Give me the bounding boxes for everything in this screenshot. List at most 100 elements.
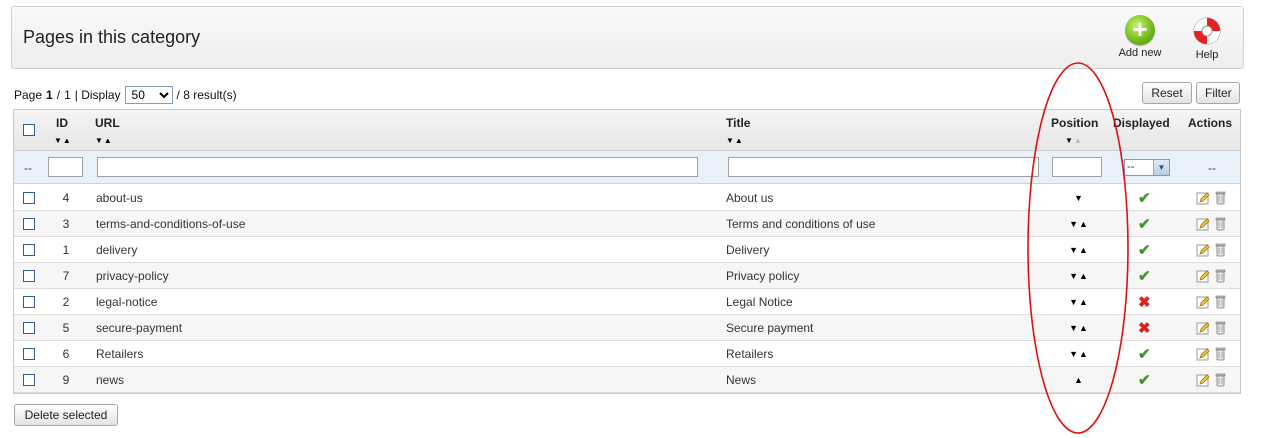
row-checkbox[interactable] bbox=[23, 269, 35, 282]
row-checkbox-cell bbox=[23, 341, 35, 366]
row-checkbox[interactable] bbox=[23, 321, 35, 334]
filter-id-input[interactable] bbox=[48, 157, 83, 177]
help-label: Help bbox=[1195, 49, 1219, 61]
delete-trash-icon[interactable] bbox=[1215, 321, 1226, 335]
row-title: News bbox=[726, 372, 757, 387]
filter-button[interactable]: Filter bbox=[1196, 82, 1240, 104]
displayed-yes-icon[interactable]: ✔ bbox=[1138, 211, 1151, 236]
add-new-label: Add new bbox=[1118, 47, 1162, 59]
row-title: Secure payment bbox=[726, 320, 814, 335]
chevron-down-icon: ▼ bbox=[1153, 160, 1169, 175]
move-up-arrow-icon[interactable]: ▲ bbox=[1064, 367, 1094, 392]
delete-selected-button[interactable]: Delete selected bbox=[14, 404, 118, 426]
edit-pencil-icon[interactable] bbox=[1196, 347, 1210, 361]
help-button[interactable]: Help bbox=[1190, 15, 1224, 61]
filter-displayed-value: -- bbox=[1127, 161, 1135, 173]
move-down-arrow-icon[interactable]: ▼ bbox=[1064, 185, 1094, 210]
table-row[interactable]: 7 privacy-policy Privacy policy ▼▲ ✔ bbox=[14, 263, 1240, 289]
edit-pencil-icon[interactable] bbox=[1196, 269, 1210, 283]
total-pages: 1 bbox=[64, 88, 71, 102]
table-row[interactable]: 5 secure-payment Secure payment ▼▲ ✖ bbox=[14, 315, 1240, 341]
row-checkbox[interactable] bbox=[23, 191, 35, 204]
move-arrows-icon[interactable]: ▼▲ bbox=[1064, 341, 1094, 366]
row-checkbox[interactable] bbox=[23, 347, 35, 360]
move-arrows-icon[interactable]: ▼▲ bbox=[1064, 315, 1094, 340]
filter-title-input[interactable] bbox=[728, 157, 1039, 177]
edit-pencil-icon[interactable] bbox=[1196, 321, 1210, 335]
select-all-checkbox[interactable] bbox=[23, 124, 35, 136]
row-id: 4 bbox=[62, 190, 70, 205]
displayed-yes-icon[interactable]: ✔ bbox=[1138, 185, 1151, 210]
sort-position-arrows[interactable]: ▼▲ bbox=[1065, 136, 1083, 145]
filter-position-input[interactable] bbox=[1052, 157, 1102, 177]
table-row[interactable]: 9 news News ▲ ✔ bbox=[14, 367, 1240, 393]
row-checkbox-cell bbox=[23, 289, 35, 314]
displayed-no-icon[interactable]: ✖ bbox=[1138, 289, 1151, 314]
row-url: legal-notice bbox=[96, 294, 158, 309]
row-checkbox[interactable] bbox=[23, 373, 35, 386]
row-actions bbox=[1196, 263, 1226, 288]
displayed-yes-icon[interactable]: ✔ bbox=[1138, 263, 1151, 288]
delete-trash-icon[interactable] bbox=[1215, 217, 1226, 231]
move-arrows-icon[interactable]: ▼▲ bbox=[1064, 289, 1094, 314]
delete-trash-icon[interactable] bbox=[1215, 295, 1226, 309]
filter-row: -- -- ▼ -- bbox=[14, 151, 1240, 184]
edit-pencil-icon[interactable] bbox=[1196, 243, 1210, 257]
sort-title-arrows[interactable]: ▼▲ bbox=[726, 136, 744, 145]
table-row[interactable]: 4 about-us About us ▼ ✔ bbox=[14, 185, 1240, 211]
table-row[interactable]: 6 Retailers Retailers ▼▲ ✔ bbox=[14, 341, 1240, 367]
sort-id-arrows[interactable]: ▼▲ bbox=[54, 136, 72, 145]
row-title: Retailers bbox=[726, 346, 774, 361]
edit-pencil-icon[interactable] bbox=[1196, 217, 1210, 231]
filter-displayed-select[interactable]: -- ▼ bbox=[1124, 159, 1170, 176]
move-arrows-icon[interactable]: ▼▲ bbox=[1064, 237, 1094, 262]
add-new-button[interactable]: + Add new bbox=[1116, 15, 1164, 60]
row-title: About us bbox=[726, 190, 774, 205]
table-header: ID ▼▲ URL ▼▲ Title ▼▲ Position ▼▲ Displa… bbox=[14, 110, 1240, 151]
column-title: Title bbox=[726, 116, 751, 130]
row-actions bbox=[1196, 367, 1226, 392]
toolbar: Pages in this category + Add new Help bbox=[11, 6, 1244, 69]
column-id: ID bbox=[56, 116, 68, 130]
row-checkbox-cell bbox=[23, 211, 35, 236]
row-checkbox-cell bbox=[23, 185, 35, 210]
row-title: Delivery bbox=[726, 242, 770, 257]
reset-button[interactable]: Reset bbox=[1142, 82, 1192, 104]
delete-trash-icon[interactable] bbox=[1215, 191, 1226, 205]
move-arrows-icon[interactable]: ▼▲ bbox=[1064, 211, 1094, 236]
displayed-yes-icon[interactable]: ✔ bbox=[1138, 341, 1151, 366]
per-page-select[interactable]: 50 bbox=[124, 86, 173, 104]
lifebuoy-icon bbox=[1193, 17, 1221, 45]
row-url: privacy-policy bbox=[96, 268, 169, 283]
delete-trash-icon[interactable] bbox=[1215, 373, 1226, 387]
displayed-yes-icon[interactable]: ✔ bbox=[1138, 237, 1151, 262]
row-title: Terms and conditions of use bbox=[726, 216, 876, 231]
column-position: Position bbox=[1051, 116, 1099, 130]
row-checkbox[interactable] bbox=[23, 243, 35, 256]
table-row[interactable]: 2 legal-notice Legal Notice ▼▲ ✖ bbox=[14, 289, 1240, 315]
delete-trash-icon[interactable] bbox=[1215, 269, 1226, 283]
edit-pencil-icon[interactable] bbox=[1196, 191, 1210, 205]
move-arrows-icon[interactable]: ▼▲ bbox=[1064, 263, 1094, 288]
delete-trash-icon[interactable] bbox=[1215, 347, 1226, 361]
table-row[interactable]: 1 delivery Delivery ▼▲ ✔ bbox=[14, 237, 1240, 263]
column-displayed: Displayed bbox=[1113, 116, 1170, 130]
row-checkbox[interactable] bbox=[23, 295, 35, 308]
edit-pencil-icon[interactable] bbox=[1196, 373, 1210, 387]
row-actions bbox=[1196, 237, 1226, 262]
delete-trash-icon[interactable] bbox=[1215, 243, 1226, 257]
table-row[interactable]: 3 terms-and-conditions-of-use Terms and co… bbox=[14, 211, 1240, 237]
row-id: 2 bbox=[62, 294, 70, 309]
plus-circle-icon: + bbox=[1125, 15, 1155, 45]
filter-url-input[interactable] bbox=[97, 157, 698, 177]
row-checkbox[interactable] bbox=[23, 217, 35, 230]
sort-url-arrows[interactable]: ▼▲ bbox=[95, 136, 113, 145]
pages-table: ID ▼▲ URL ▼▲ Title ▼▲ Position ▼▲ Displa… bbox=[13, 109, 1241, 394]
row-id: 6 bbox=[62, 346, 70, 361]
edit-pencil-icon[interactable] bbox=[1196, 295, 1210, 309]
displayed-yes-icon[interactable]: ✔ bbox=[1138, 367, 1151, 392]
page-title: Pages in this category bbox=[23, 27, 201, 47]
displayed-no-icon[interactable]: ✖ bbox=[1138, 315, 1151, 340]
row-id: 5 bbox=[62, 320, 70, 335]
column-url: URL bbox=[95, 116, 120, 130]
